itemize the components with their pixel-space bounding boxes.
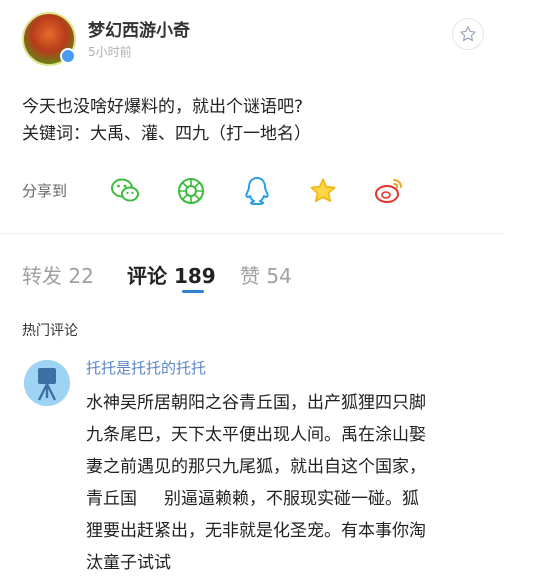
weibo-icon[interactable] — [374, 176, 404, 206]
share-label: 分享到 — [22, 182, 68, 200]
post-text-line: 关键词：大禹、灌、四九（打一地名） — [22, 124, 311, 144]
post-header: 梦幻西游小奇 5小时前 — [0, 0, 559, 70]
username[interactable]: 梦幻西游小奇 — [88, 16, 190, 41]
star-icon — [460, 26, 476, 42]
tab-likes[interactable]: 赞 54 — [240, 260, 292, 289]
moments-icon[interactable] — [176, 176, 206, 206]
tab-repost[interactable]: 转发 22 — [22, 260, 94, 289]
comment-author[interactable]: 托托是托托的托托 — [86, 357, 206, 378]
verified-badge-icon — [60, 48, 76, 64]
active-tab-indicator — [182, 290, 204, 293]
avatar[interactable] — [22, 12, 76, 66]
hot-comments-title: 热门评论 — [22, 323, 78, 339]
wechat-icon[interactable] — [110, 176, 140, 206]
post-text-line: 今天也没啥好爆料的，就出个谜语吧? — [22, 97, 304, 117]
qzone-star-icon[interactable] — [308, 176, 338, 206]
interaction-tabs: 转发 22 评论 189 赞 54 — [22, 260, 502, 300]
share-row: 分享到 — [22, 176, 422, 206]
post-time: 5小时前 — [88, 45, 132, 59]
divider — [0, 233, 505, 234]
favorite-button[interactable] — [452, 18, 484, 50]
qq-icon[interactable] — [242, 176, 272, 206]
post-text: 今天也没啥好爆料的，就出个谜语吧? 关键词：大禹、灌、四九（打一地名） — [22, 94, 522, 148]
comment-avatar[interactable] — [24, 360, 70, 406]
comment-text: 水神吴所居朝阳之谷青丘国，出产狐狸四只脚 九条尾巴，天下太平便出现人间。禹在涂山… — [86, 393, 426, 573]
tab-comments[interactable]: 评论 189 — [127, 260, 216, 289]
